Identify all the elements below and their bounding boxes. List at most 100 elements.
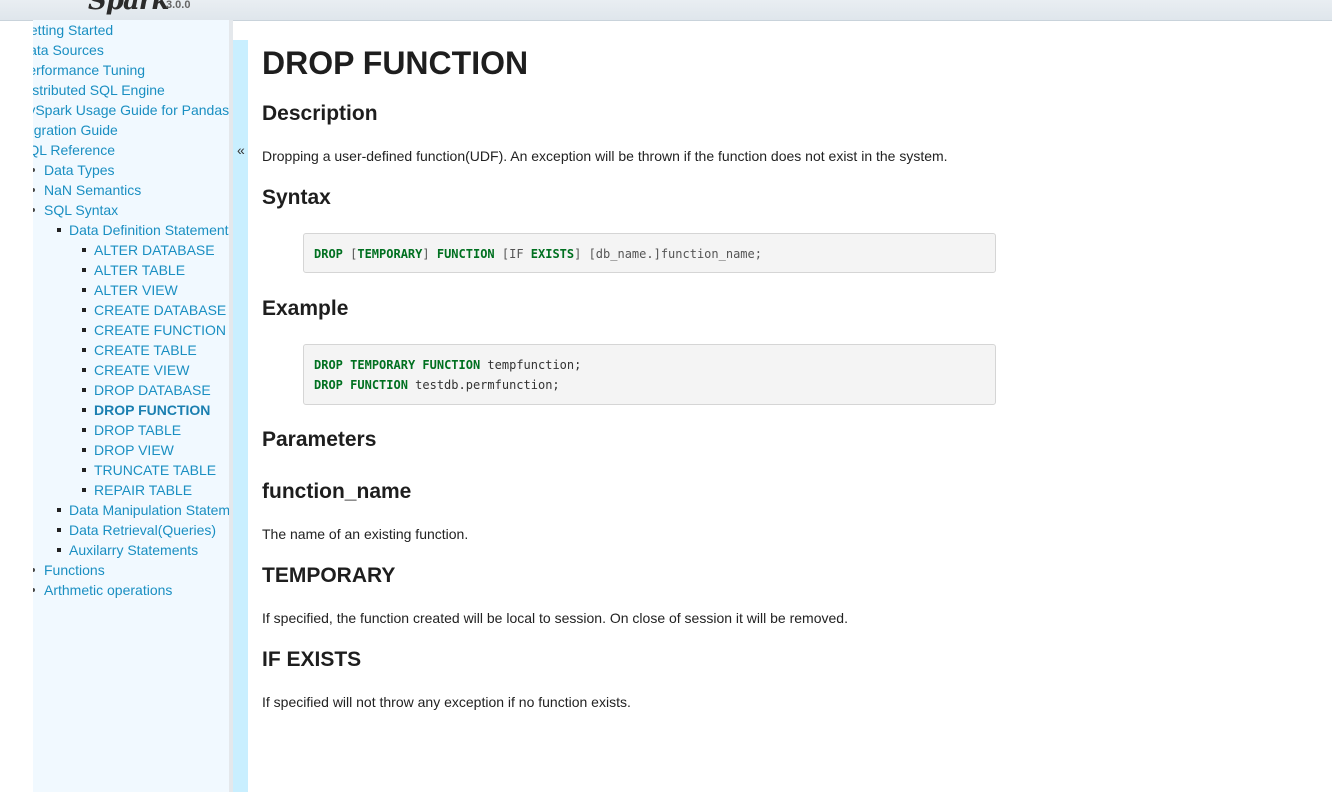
sidebar-link[interactable]: Data Types (44, 162, 115, 178)
sidebar-item-arthmetic-operations[interactable]: Arthmetic operations (33, 580, 229, 600)
list-bullet (33, 168, 35, 172)
sidebar-item-create-database[interactable]: CREATE DATABASE (33, 300, 229, 320)
sidebar-item-data-manipulation-statements[interactable]: Data Manipulation Statements (33, 500, 229, 520)
code-text: testdb.permfunction; (407, 378, 560, 392)
example-heading: Example (262, 297, 349, 320)
sidebar-link[interactable]: DROP FUNCTION (94, 402, 210, 418)
code-keyword: DROP (314, 378, 343, 392)
sidebar-link[interactable]: SQL Syntax (44, 202, 118, 218)
sidebar-item-create-table[interactable]: CREATE TABLE (33, 340, 229, 360)
code-keyword: FUNCTION (422, 358, 481, 372)
code-keyword: DROP (314, 247, 343, 261)
sidebar-item-drop-database[interactable]: DROP DATABASE (33, 380, 229, 400)
sidebar-link[interactable]: CREATE DATABASE (94, 302, 226, 318)
sidebar-link[interactable]: NaN Semantics (44, 182, 141, 198)
sidebar-item-drop-view[interactable]: DROP VIEW (33, 440, 229, 460)
page-title: DROP FUNCTION (262, 45, 529, 81)
sidebar-link[interactable]: SQL Reference (33, 142, 115, 158)
sidebar-item-data-definition-statements[interactable]: Data Definition Statements (33, 220, 229, 240)
sidebar-link[interactable]: DROP VIEW (94, 442, 174, 458)
sidebar-link[interactable]: Distributed SQL Engine (33, 82, 165, 98)
sidebar-item-performance-tuning[interactable]: Performance Tuning (33, 60, 229, 80)
code-text: ] (422, 247, 437, 261)
list-bullet (82, 368, 86, 372)
sidebar-link[interactable]: Migration Guide (33, 122, 118, 138)
param-function-name-heading: function_name (262, 480, 412, 503)
sidebar-link[interactable]: Functions (44, 562, 105, 578)
sidebar-item-drop-table[interactable]: DROP TABLE (33, 420, 229, 440)
code-keyword: FUNCTION (436, 247, 495, 261)
sidebar-link[interactable]: ALTER DATABASE (94, 242, 215, 258)
code-text: [IF (494, 247, 531, 261)
list-bullet (82, 248, 86, 252)
version-label: 3.0.0 (166, 0, 191, 11)
sidebar-item-data-sources[interactable]: Data Sources (33, 40, 229, 60)
sidebar-link[interactable]: DROP DATABASE (94, 382, 211, 398)
sidebar-link[interactable]: ALTER VIEW (94, 282, 178, 298)
sidebar-link[interactable]: Performance Tuning (33, 62, 145, 78)
sidebar-item-alter-view[interactable]: ALTER VIEW (33, 280, 229, 300)
description-text: Dropping a user-defined function(UDF). A… (262, 148, 948, 164)
list-bullet (82, 268, 86, 272)
top-navbar: Spark 3.0.0 (0, 0, 1332, 21)
list-bullet (82, 388, 86, 392)
sidebar-item-distributed-sql-engine[interactable]: Distributed SQL Engine (33, 80, 229, 100)
list-bullet (33, 568, 35, 572)
list-bullet (82, 468, 86, 472)
sidebar-link[interactable]: Auxilarry Statements (69, 542, 198, 558)
sidebar-item-data-retrieval-queries[interactable]: Data Retrieval(Queries) (33, 520, 229, 540)
sidebar-link[interactable]: ALTER TABLE (94, 262, 185, 278)
list-bullet (82, 408, 86, 412)
sidebar-link[interactable]: Data Retrieval(Queries) (69, 522, 216, 538)
sidebar-item-migration-guide[interactable]: Migration Guide (33, 120, 229, 140)
code-text: ] [db_name.]function_name; (574, 247, 762, 261)
syntax-heading: Syntax (262, 186, 331, 209)
code-keyword: TEMPORARY (350, 358, 416, 372)
sidebar-link[interactable]: TRUNCATE TABLE (94, 462, 216, 478)
sidebar-link[interactable]: CREATE FUNCTION (94, 322, 226, 338)
list-bullet (82, 488, 86, 492)
list-bullet (82, 448, 86, 452)
sidebar-item-functions[interactable]: Functions (33, 560, 229, 580)
sidebar-item-nan-semantics[interactable]: NaN Semantics (33, 180, 229, 200)
sidebar-item-drop-function[interactable]: DROP FUNCTION (33, 400, 229, 420)
syntax-code-block: DROP [TEMPORARY] FUNCTION [IF EXISTS] [d… (303, 233, 996, 273)
sidebar-item-data-types[interactable]: Data Types (33, 160, 229, 180)
sidebar-item-sql-reference[interactable]: SQL Reference (33, 140, 229, 160)
collapse-chevron-icon[interactable]: « (237, 142, 245, 158)
sidebar-link[interactable]: Getting Started (33, 22, 113, 38)
sidebar-item-create-view[interactable]: CREATE VIEW (33, 360, 229, 380)
code-text: [ (342, 247, 358, 261)
list-bullet (57, 228, 61, 232)
param-temporary-text: If specified, the function created will … (262, 610, 848, 626)
list-bullet (33, 208, 35, 212)
sidebar-item-alter-database[interactable]: ALTER DATABASE (33, 240, 229, 260)
list-bullet (57, 508, 61, 512)
sidebar-item-repair-table[interactable]: REPAIR TABLE (33, 480, 229, 500)
sidebar-link[interactable]: Data Sources (33, 42, 104, 58)
sidebar-item-create-function[interactable]: CREATE FUNCTION (33, 320, 229, 340)
parameters-heading: Parameters (262, 428, 377, 451)
sidebar-item-getting-started[interactable]: Getting Started (33, 20, 229, 40)
spark-logo[interactable]: Spark (88, 0, 170, 16)
sidebar-nav-list: Getting Started Data Sources Performance T… (33, 20, 229, 600)
sidebar-item-sql-syntax[interactable]: SQL Syntax (33, 200, 229, 220)
list-bullet (33, 588, 35, 592)
sidebar-link[interactable]: DROP TABLE (94, 422, 181, 438)
list-bullet (33, 188, 35, 192)
sidebar-item-truncate-table[interactable]: TRUNCATE TABLE (33, 460, 229, 480)
sidebar-item-auxilarry-statements[interactable]: Auxilarry Statements (33, 540, 229, 560)
sidebar-item-alter-table[interactable]: ALTER TABLE (33, 260, 229, 280)
sidebar-link[interactable]: CREATE TABLE (94, 342, 197, 358)
sidebar-link[interactable]: Data Definition Statements (69, 222, 229, 238)
sidebar-item-pyspark-usage-guide-for-pandas[interactable]: PySpark Usage Guide for Pandas (33, 100, 229, 120)
sidebar-link[interactable]: Data Manipulation Statements (69, 502, 229, 518)
sidebar-link[interactable]: REPAIR TABLE (94, 482, 192, 498)
list-bullet (82, 348, 86, 352)
sidebar-link[interactable]: PySpark Usage Guide for Pandas (33, 102, 229, 118)
list-bullet (57, 548, 61, 552)
list-bullet (82, 308, 86, 312)
sidebar-link[interactable]: CREATE VIEW (94, 362, 189, 378)
list-bullet (82, 328, 86, 332)
sidebar-link[interactable]: Arthmetic operations (44, 582, 172, 598)
